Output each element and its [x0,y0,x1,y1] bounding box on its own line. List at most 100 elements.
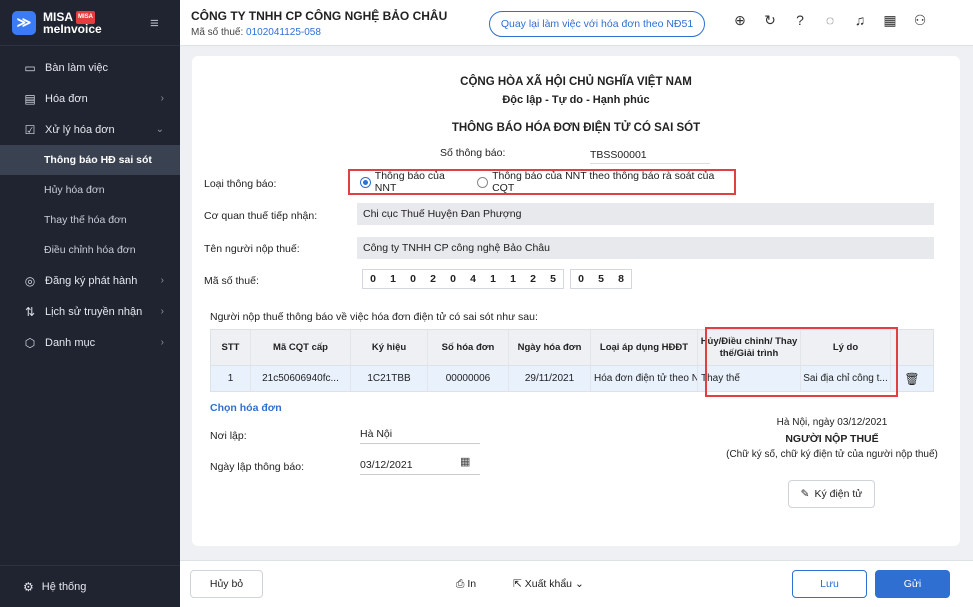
printer-icon: ⎙ [456,578,465,590]
tax-digit: 0 [578,273,584,285]
col-ma-cqt: Mã CQT cấp [251,330,351,365]
sidebar: ≫ MISA MISA meInvoice ≡ ▭ Bàn làm việc ▤ … [0,0,180,607]
col-stt: STT [211,330,251,365]
export-button[interactable]: ⇱ Xuất khẩu ⌄ [513,578,584,590]
sidebar-item-lich-su-truyen-nhan[interactable]: ⇅ Lịch sử truyền nhận › [0,296,180,327]
sidebar-item-he-thong[interactable]: ⚙ Hệ thống [0,565,180,607]
misa-logo-icon: ≫ [12,10,36,35]
apps-icon[interactable]: ▦ [875,12,905,29]
col-loai-ap-dung: Loại áp dụng HĐĐT [591,330,698,365]
place-label: Nơi lập: [210,430,247,442]
tax-digit: 4 [470,273,476,285]
top-header: CÔNG TY TNHH CP CÔNG NGHỆ BẢO CHÂU Mã số… [180,0,973,46]
sidebar-subitem-thay-the-hoa-don[interactable]: Thay thế hóa đơn [0,205,180,235]
national-motto: Độc lập - Tự do - Hạnh phúc [502,94,650,106]
sidebar-item-ban-lam-viec[interactable]: ▭ Bàn làm việc [0,52,180,83]
tax-digit: 0 [370,273,376,285]
sidebar-subitem-thong-bao-sai-sot[interactable]: Thông báo HĐ sai sót [0,145,180,175]
cell-so-hoa-don: 00000006 [428,366,509,391]
chevron-right-icon: › [160,275,164,286]
print-button[interactable]: ⎙ In [456,578,476,591]
export-icon: ⇱ [513,578,522,590]
signature-note: (Chữ ký số, chữ ký điện tử của người nộp… [726,449,938,460]
tax-office-label: Cơ quan thuế tiếp nhận: [204,210,318,222]
tax-code-suffix-box: 0 5 8 [570,269,632,289]
export-label: Xuất khẩu [524,578,573,590]
sidebar-item-danh-muc[interactable]: ⬡ Danh mục › [0,327,180,358]
sidebar-item-label: Đăng ký phát hành [45,274,138,287]
logo-product: meInvoice [43,21,102,36]
save-button[interactable]: Lưu [792,570,867,598]
cancel-button[interactable]: Hủy bỏ [190,570,263,598]
cell-stt: 1 [211,366,251,391]
sidebar-subitem-huy-hoa-don[interactable]: Hủy hóa đơn [0,175,180,205]
calendar-icon[interactable]: ▦ [460,455,470,468]
table-intro: Người nộp thuế thông báo về việc hóa đơn… [210,311,538,323]
tax-digit: 1 [510,273,516,285]
sidebar-item-label: Lịch sử truyền nhận [45,305,143,318]
notice-type-label: Loại thông báo: [204,178,277,190]
sidebar-item-dang-ky-phat-hanh[interactable]: ◎ Đăng ký phát hành › [0,265,180,296]
add-icon[interactable]: ⊕ [725,12,755,29]
tax-digit: 1 [390,273,396,285]
user-settings-icon[interactable]: ⚇ [905,12,935,29]
bell-icon[interactable]: ♫ [845,12,875,29]
notice-number-input[interactable]: TBSS00001 [590,149,710,164]
box-icon: ⬡ [24,335,36,350]
document-icon: ▤ [24,91,36,106]
send-button[interactable]: Gửi [875,570,950,598]
sidebar-subitem-dieu-chinh-hoa-don[interactable]: Điều chỉnh hóa đơn [0,235,180,265]
sidebar-item-hoa-don[interactable]: ▤ Hóa đơn › [0,83,180,114]
national-title: CỘNG HÒA XÃ HỘI CHỦ NGHĨA VIỆT NAM [460,76,692,88]
tax-digit: 5 [598,273,604,285]
tax-digit: 0 [410,273,416,285]
company-name[interactable]: CÔNG TY TNHH CP CÔNG NGHỆ BẢO CHÂU [191,9,447,23]
form-title: THÔNG BÁO HÓA ĐƠN ĐIỆN TỬ CÓ SAI SÓT [451,122,701,134]
signature-date: Hà Nội, ngày 03/12/2021 [776,417,888,428]
place-input[interactable]: Hà Nội [360,428,480,444]
e-sign-button[interactable]: ✎ Ký điện tử [788,480,875,508]
tax-code-digits: 0 1 0 2 0 4 1 1 2 5 0 5 8 [362,269,638,289]
register-icon: ◎ [24,273,36,288]
footer-bar: Hủy bỏ ⎙ In ⇱ Xuất khẩu ⌄ Lưu Gửi [180,560,973,607]
sidebar-item-xu-ly-hoa-don[interactable]: ☑ Xử lý hóa đơn ⌄ [0,114,180,145]
tax-code-value: 0102041125-058 [246,27,321,38]
chevron-down-icon: ⌄ [574,578,584,590]
error-notice-form: CỘNG HÒA XÃ HỘI CHỦ NGHĨA VIỆT NAM Độc l… [192,56,960,546]
tax-code: Mã số thuế: 0102041125-058 [191,27,321,38]
logo-misa: MISA [43,9,73,24]
radio-nnt-cqt[interactable] [477,176,489,188]
chat-icon[interactable]: ◌ [815,12,845,29]
print-label: In [467,578,477,590]
pen-icon: ✎ [800,488,810,500]
cell-loai-ap-dung: Hóa đơn điện tử theo Ng [591,366,698,391]
date-label: Ngày lập thông báo: [210,461,304,473]
tax-digit: 2 [430,273,436,285]
refresh-icon[interactable]: ↻ [755,12,785,29]
signature-title: NGƯỜI NỘP THUẾ [785,433,879,445]
sidebar-item-label: Bàn làm việc [45,61,108,74]
tax-code-label: Mã số thuế: [191,27,244,38]
tax-office-field: Chi cục Thuế Huyện Đan Phượng [357,203,934,225]
radio-nnt-label[interactable]: Thông báo của NNT [375,170,468,194]
sidebar-item-label: Xử lý hóa đơn [45,123,115,136]
gear-icon: ⚙ [23,579,34,594]
e-sign-label: Ký điện tử [814,488,863,500]
help-icon[interactable]: ? [785,12,815,29]
edit-document-icon: ☑ [24,122,36,137]
col-so-hoa-don: Số hóa đơn [428,330,509,365]
radio-nnt-cqt-label[interactable]: Thông báo của NNT theo thông báo rà soát… [492,170,734,194]
chevron-right-icon: › [160,93,164,104]
sidebar-item-label: Danh mục [45,336,96,349]
taxpayer-name-label: Tên người nộp thuế: [204,243,300,255]
back-to-nd51-button[interactable]: Quay lại làm việc với hóa đơn theo NĐ51 [489,11,705,37]
hamburger-menu-icon[interactable]: ≡ [150,15,159,32]
choose-invoice-link[interactable]: Chọn hóa đơn [210,402,282,414]
notice-number-label: Số thông báo: [440,147,506,159]
radio-nnt[interactable] [360,176,371,188]
cell-ky-hieu: 1C21TBB [351,366,428,391]
tax-digit: 5 [550,273,556,285]
col-ky-hieu: Ký hiệu [351,330,428,365]
header-icons: ⊕ ↻ ? ◌ ♫ ▦ ⚇ [725,12,935,29]
highlight-box [705,327,898,397]
